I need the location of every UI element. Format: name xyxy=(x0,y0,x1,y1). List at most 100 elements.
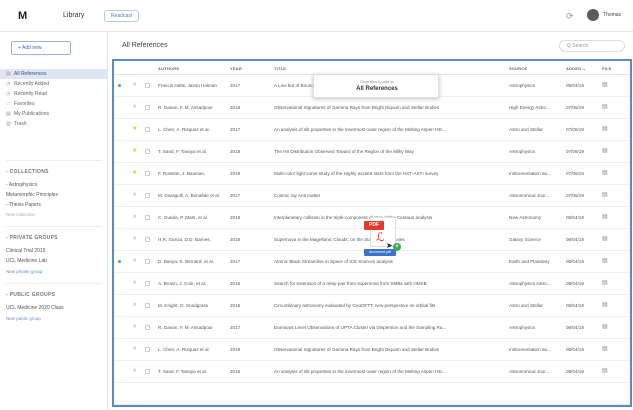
cell-authors: H.R. Garcia, D.D. Barnes, xyxy=(158,237,211,242)
cell-source: Astronomical Jour... xyxy=(509,369,550,374)
row-checkbox[interactable] xyxy=(145,83,150,88)
sidebar-item-all-references[interactable]: ▤ All References xyxy=(0,69,108,79)
table-row[interactable]: ★ ▤ T. Sand, F. Tanaya et al. 2015 An analys… xyxy=(114,361,630,383)
drop-tooltip-hint: Drop files to add to xyxy=(360,79,394,84)
favorite-star-icon[interactable]: ★ xyxy=(132,191,137,198)
favorite-star-icon[interactable]: ★ xyxy=(132,235,137,242)
new-collection-link[interactable]: New collection xyxy=(6,212,35,217)
readcast-button[interactable]: Readcast xyxy=(104,10,140,22)
cell-authors: R. Danan, F. M. Assadpour xyxy=(158,105,213,110)
table-row[interactable]: ★ ▤ M. Garagulli, A. Bonafide et al. 2017 Co… xyxy=(114,185,630,207)
user-menu[interactable]: Thomas xyxy=(603,12,621,18)
table-row[interactable]: ★ ▤ F. Rossiter, J. Bauman, 2019 Multi-color… xyxy=(114,163,630,185)
collection-item[interactable]: Metamorphic Principles xyxy=(6,192,58,198)
row-checkbox[interactable] xyxy=(145,171,150,176)
new-private-group-link[interactable]: New private group xyxy=(6,269,43,274)
row-checkbox[interactable] xyxy=(145,127,150,132)
new-public-group-link[interactable]: New public group xyxy=(6,316,41,321)
row-checkbox[interactable] xyxy=(145,303,150,308)
row-checkbox[interactable] xyxy=(145,259,150,264)
file-icon[interactable]: ▤ xyxy=(602,323,608,330)
cell-authors: T. Sand, F. Tanaya et al. xyxy=(158,369,207,374)
collections-heading[interactable]: - COLLECTIONS xyxy=(6,169,49,175)
table-row[interactable]: ★ ▤ M. Knight, G. Snodgrass 2016 Circumbinar… xyxy=(114,295,630,317)
public-group-item[interactable]: UCL Medicine 2020 Class xyxy=(6,305,64,311)
sidebar-item-favorites[interactable]: ☆ Favorites xyxy=(0,99,108,109)
sync-icon[interactable]: ⟳ xyxy=(566,11,576,21)
file-icon[interactable]: ▤ xyxy=(602,235,608,242)
search-input[interactable]: Q Search xyxy=(559,40,625,52)
table-row[interactable]: ★ ▤ A. Brown, J. Cole, et al. 2015 Search fo… xyxy=(114,273,630,295)
sidebar-item-my-publications[interactable]: ▤ My Publications xyxy=(0,109,108,119)
file-icon[interactable]: ▤ xyxy=(602,367,608,374)
cell-source: New Astronomy xyxy=(509,215,542,220)
avatar[interactable] xyxy=(587,9,599,21)
row-checkbox[interactable] xyxy=(145,149,150,154)
row-checkbox[interactable] xyxy=(145,325,150,330)
favorite-star-icon[interactable]: ★ xyxy=(132,323,137,330)
row-checkbox[interactable] xyxy=(145,193,150,198)
row-checkbox[interactable] xyxy=(145,237,150,242)
file-icon[interactable]: ▤ xyxy=(602,169,608,176)
table-row[interactable] xyxy=(114,383,630,405)
column-source[interactable]: SOURCE xyxy=(509,66,527,71)
favorite-star-icon[interactable]: ★ xyxy=(132,257,137,264)
favorite-star-icon[interactable]: ★ xyxy=(132,301,137,308)
cell-title: Dominant Level Observations of UPTA Clus… xyxy=(274,325,447,330)
sidebar-item-recently-added[interactable]: ◷ Recently Added xyxy=(0,79,108,89)
sidebar-item-trash[interactable]: ▥ Trash xyxy=(0,119,108,129)
dragged-pdf-file[interactable]: PDF ℒ document.pdf + ➤ xyxy=(364,217,401,259)
column-file[interactable]: FILE xyxy=(602,66,611,71)
add-new-button[interactable]: + Add new xyxy=(11,41,71,55)
favorite-star-icon[interactable]: ★ xyxy=(132,103,137,110)
file-icon[interactable]: ▤ xyxy=(602,103,608,110)
private-group-item[interactable]: UCL Medicine Lab xyxy=(6,258,47,264)
row-checkbox[interactable] xyxy=(145,281,150,286)
app-logo[interactable]: M xyxy=(18,10,27,22)
favorite-star-icon[interactable]: ★ xyxy=(132,345,137,352)
user-icon: ▤ xyxy=(6,111,11,117)
favorite-star-icon[interactable]: ★ xyxy=(132,125,137,132)
file-icon[interactable]: ▤ xyxy=(602,81,608,88)
file-icon[interactable]: ▤ xyxy=(602,301,608,308)
row-checkbox[interactable] xyxy=(145,215,150,220)
table-row[interactable]: ★ ▤ R. Danan, F. M. Assadpour 2017 Dominant … xyxy=(114,317,630,339)
favorite-star-icon[interactable]: ★ xyxy=(132,279,137,286)
cell-source: Astrophysics Astro... xyxy=(509,281,551,286)
cell-authors: L. Chen, A. Rizquez et al. xyxy=(158,347,210,352)
favorite-star-icon[interactable]: ★ xyxy=(132,169,137,176)
row-checkbox[interactable] xyxy=(145,347,150,352)
file-icon[interactable]: ▤ xyxy=(602,125,608,132)
row-checkbox[interactable] xyxy=(145,105,150,110)
file-icon[interactable]: ▤ xyxy=(602,147,608,154)
collection-item[interactable]: - Astrophysics xyxy=(6,182,37,188)
table-row[interactable]: ★ ▤ L. Chen, A. Rizquez et al. 2019 Observat… xyxy=(114,339,630,361)
sidebar-item-recently-read[interactable]: ◷ Recently Read xyxy=(0,89,108,99)
favorite-star-icon[interactable]: ★ xyxy=(132,213,137,220)
private-group-item[interactable]: Clinical Trial 2019 xyxy=(6,248,45,254)
library-icon: ▤ xyxy=(6,71,11,77)
table-row[interactable]: ★ ▤ T. Sand, F. Tanaya et al. 2018 The HII D… xyxy=(114,141,630,163)
favorite-star-icon[interactable]: ★ xyxy=(132,81,137,88)
column-authors[interactable]: AUTHORS xyxy=(158,66,179,71)
file-icon[interactable]: ▤ xyxy=(602,191,608,198)
table-row[interactable]: ★ ▤ L. Chen, A. Rizquez et al. 2017 An analy… xyxy=(114,119,630,141)
row-checkbox[interactable] xyxy=(145,369,150,374)
cell-title: Atomic Black Streamline in Space of ICE … xyxy=(274,259,393,264)
collection-item[interactable]: - Thesis Papers xyxy=(6,202,41,208)
column-title[interactable]: TITLE xyxy=(274,66,286,71)
column-year[interactable]: YEAR xyxy=(230,66,242,71)
star-icon: ☆ xyxy=(6,101,11,107)
cell-year: 2017 xyxy=(230,259,241,264)
public-groups-heading[interactable]: - PUBLIC GROUPS xyxy=(6,292,55,298)
column-added[interactable]: ADDED ⌄ xyxy=(566,66,586,71)
favorite-star-icon[interactable]: ★ xyxy=(132,367,137,374)
table-row[interactable]: ★ ▤ R. Danan, F. M. Assadpour 2018 Observati… xyxy=(114,97,630,119)
favorite-star-icon[interactable]: ★ xyxy=(132,147,137,154)
file-icon[interactable]: ▤ xyxy=(602,279,608,286)
file-icon[interactable]: ▤ xyxy=(602,257,608,264)
file-icon[interactable]: ▤ xyxy=(602,345,608,352)
private-groups-heading[interactable]: - PRIVATE GROUPS xyxy=(6,235,58,241)
file-icon[interactable]: ▤ xyxy=(602,213,608,220)
cell-added: 08/04/19 xyxy=(566,259,584,264)
